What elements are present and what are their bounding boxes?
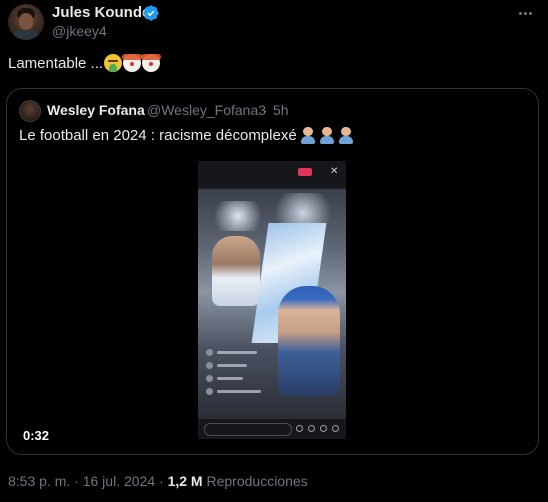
tweet-text: Lamentable ... [8,54,162,72]
verified-badge-icon [143,5,159,21]
clown-face-emoji-icon [141,54,162,72]
meta-separator: · [159,473,164,489]
post-time[interactable]: 8:53 p. m. [8,473,70,489]
person-raising-hand-emoji-icon [300,126,316,144]
quoted-author-name[interactable]: Wesley Fofana [47,102,145,118]
author-avatar[interactable] [8,4,44,40]
meta-separator: · [74,473,79,489]
post-date[interactable]: 16 jul. 2024 [83,473,155,489]
quoted-timestamp[interactable]: 5h [273,102,289,118]
quoted-separator: · [263,102,268,118]
author-handle[interactable]: @jkeey4 [52,23,107,39]
more-options-icon[interactable] [514,4,536,22]
video-player[interactable]: ✕ 0:32 [7,155,538,454]
tweet-text-content: Lamentable ... [8,54,104,72]
view-count: 1,2 M [167,473,203,489]
view-label: Reproducciones [206,473,308,489]
quoted-tweet-text: Le football en 2024 : racisme décomplexé [19,126,354,144]
quoted-author-handle[interactable]: @Wesley_Fofana3 [147,102,266,118]
person-raising-hand-emoji-icon [319,126,335,144]
quoted-tweet-text-content: Le football en 2024 : racisme décomplexé [19,126,297,144]
nauseated-face-emoji-icon [104,54,123,72]
quoted-author-avatar[interactable] [19,100,41,122]
video-frame: ✕ [198,161,346,439]
author-name[interactable]: Jules Kounde [52,4,150,21]
video-duration: 0:32 [23,428,50,443]
quoted-tweet[interactable]: Wesley Fofana @Wesley_Fofana3 · 5h Le fo… [6,88,539,455]
tweet-metadata: 8:53 p. m. · 16 jul. 2024 · 1,2 M Reprod… [8,473,308,489]
tweet: Jules Kounde @jkeey4 Lamentable ... Wesl… [0,0,548,502]
clown-face-emoji-icon [122,54,143,72]
person-raising-hand-emoji-icon [338,126,354,144]
